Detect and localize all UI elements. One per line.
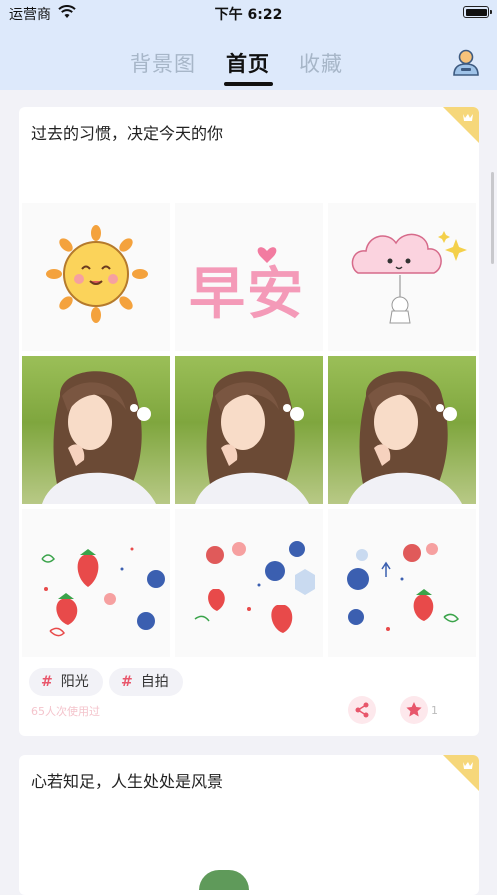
favorite-button[interactable] xyxy=(400,696,428,724)
tab-background[interactable]: 背景图 xyxy=(130,48,196,78)
berry-mix-pattern xyxy=(347,543,459,631)
hash-icon: # xyxy=(41,674,53,690)
share-icon xyxy=(355,702,369,718)
sun-sticker-icon xyxy=(46,225,148,323)
cloud-sticker-icon xyxy=(351,231,467,324)
post-card[interactable]: 心若知足，人生处处是风景 xyxy=(19,755,479,895)
image-grid-preview xyxy=(199,870,249,890)
battery-icon xyxy=(463,6,492,18)
grid-cell-greeting[interactable]: 早安 xyxy=(175,203,323,351)
grid-cell-sun[interactable] xyxy=(22,203,170,351)
tab-home[interactable]: 首页 xyxy=(226,48,270,78)
grid-cell-cloud[interactable] xyxy=(328,203,476,351)
greeting-text: 早安 xyxy=(189,262,305,327)
hash-icon: # xyxy=(121,674,133,690)
favorite-count: 1 xyxy=(431,704,438,717)
grid-cell-fruit[interactable] xyxy=(175,509,323,657)
grid-cell-fruit[interactable] xyxy=(328,509,476,657)
clock: 下午 6:22 xyxy=(214,7,283,23)
share-button[interactable] xyxy=(348,696,376,724)
tag-chip[interactable]: # 阳光 xyxy=(29,668,103,696)
tag-label: 自拍 xyxy=(140,674,169,690)
tag-label: 阳光 xyxy=(60,674,89,690)
tag-chip[interactable]: # 自拍 xyxy=(109,668,183,696)
star-icon xyxy=(406,702,422,717)
grid-cell-photo[interactable] xyxy=(328,356,476,504)
grid-cell-photo[interactable] xyxy=(22,356,170,504)
top-nav: 背景图 首页 收藏 xyxy=(0,26,497,90)
strawberry-pattern xyxy=(41,547,165,637)
grid-cell-photo[interactable] xyxy=(175,356,323,504)
usage-count: 65人次使用过 xyxy=(31,705,100,718)
card-title: 心若知足，人生处处是风景 xyxy=(31,772,224,791)
active-tab-indicator xyxy=(224,82,273,86)
portrait-photo xyxy=(42,371,156,504)
post-card[interactable]: 过去的习惯，决定今天的你 早安 # 阳光 # 自拍 65人次使用过 1 xyxy=(19,107,479,736)
crown-badge-icon xyxy=(443,107,479,143)
tab-favorites[interactable]: 收藏 xyxy=(299,48,343,78)
grid-cell-fruit[interactable] xyxy=(22,509,170,657)
card-title: 过去的习惯，决定今天的你 xyxy=(31,124,224,143)
crown-badge-icon xyxy=(443,755,479,791)
image-grid: 早安 xyxy=(22,203,476,657)
user-profile-icon[interactable] xyxy=(450,46,482,78)
status-bar: 运营商 下午 6:22 xyxy=(0,0,497,26)
portrait-photo xyxy=(348,371,462,504)
portrait-photo xyxy=(195,371,309,504)
scrollbar[interactable] xyxy=(491,172,494,264)
blueberry-pattern xyxy=(194,541,315,633)
